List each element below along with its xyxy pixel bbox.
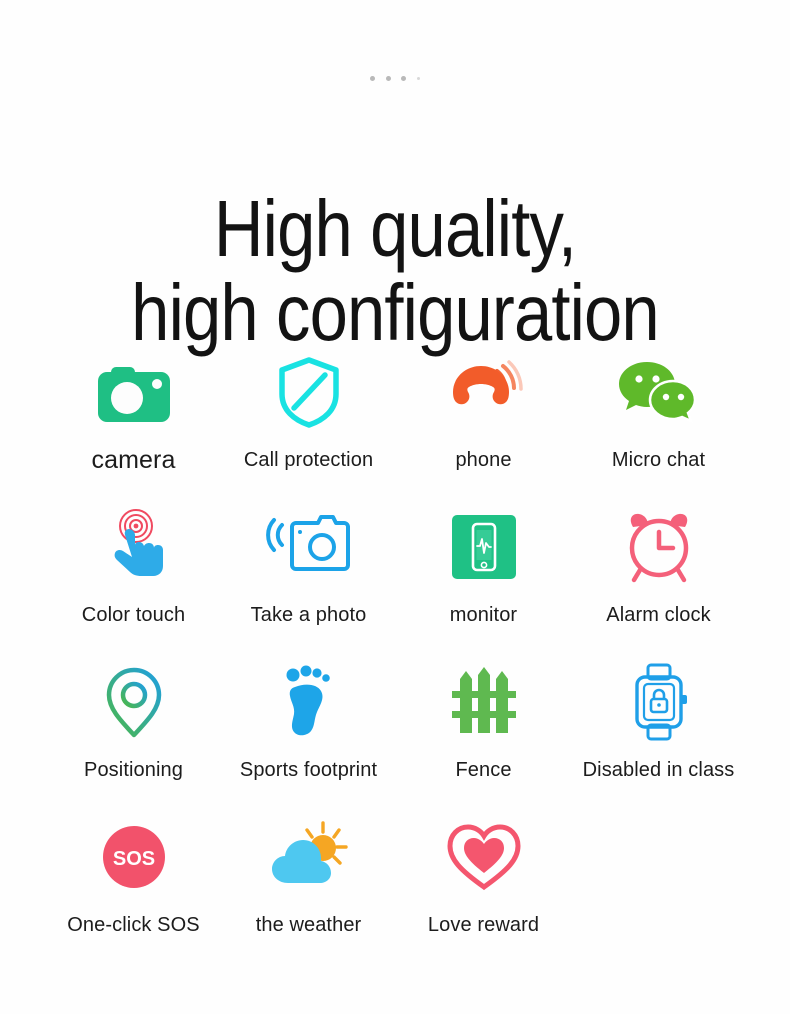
feature-label: Call protection bbox=[243, 449, 374, 471]
feature-label: Micro chat bbox=[611, 449, 706, 471]
shield-block-icon bbox=[276, 352, 342, 432]
feature-label: Positioning bbox=[84, 759, 183, 781]
dot-icon bbox=[370, 76, 376, 81]
feature-row: camera Call protection phone Micro chat bbox=[46, 352, 746, 507]
feature-item-call-protection[interactable]: Call protection bbox=[221, 352, 396, 472]
phone-ringing-icon bbox=[445, 352, 523, 432]
feature-grid: camera Call protection phone Micro chat … bbox=[46, 352, 746, 967]
feature-label: One-click SOS bbox=[67, 914, 200, 936]
alarm-clock-icon bbox=[620, 507, 698, 587]
page-title-line-1: High quality, bbox=[213, 183, 577, 273]
touch-hand-icon bbox=[96, 507, 172, 587]
top-dots-decoration bbox=[0, 76, 790, 81]
dot-icon bbox=[401, 76, 407, 81]
feature-label: Take a photo bbox=[250, 604, 367, 626]
page-title: High quality, high configuration bbox=[55, 183, 734, 357]
feature-row: Positioning Sports footprint Fence Disab… bbox=[46, 662, 746, 817]
feature-item-the-weather[interactable]: the weather bbox=[221, 817, 396, 937]
page-title-line-2: high configuration bbox=[131, 267, 660, 357]
feature-label: Alarm clock bbox=[606, 604, 711, 626]
fence-icon bbox=[446, 662, 522, 742]
sos-text: SOS bbox=[112, 848, 154, 870]
feature-item-love-reward[interactable]: Love reward bbox=[396, 817, 571, 937]
feature-item-one-click-sos[interactable]: SOS One-click SOS bbox=[46, 817, 221, 937]
camera-filled-icon bbox=[94, 352, 174, 432]
sos-badge-icon: SOS bbox=[101, 817, 167, 897]
feature-item-sports-footprint[interactable]: Sports footprint bbox=[221, 662, 396, 782]
feature-label: Love reward bbox=[427, 914, 540, 936]
feature-label: monitor bbox=[449, 604, 518, 626]
feature-item-positioning[interactable]: Positioning bbox=[46, 662, 221, 782]
heart-icon bbox=[446, 817, 522, 897]
feature-label: camera bbox=[91, 446, 176, 474]
feature-label: Color touch bbox=[81, 604, 186, 626]
camera-outline-icon bbox=[265, 507, 352, 587]
feature-item-fence[interactable]: Fence bbox=[396, 662, 571, 782]
feature-item-camera[interactable]: camera bbox=[46, 352, 221, 474]
feature-item-color-touch[interactable]: Color touch bbox=[46, 507, 221, 627]
feature-row: SOS One-click SOS the weather Love rewar… bbox=[46, 817, 746, 967]
weather-cloud-sun-icon bbox=[266, 817, 352, 897]
feature-label: Sports footprint bbox=[239, 759, 378, 781]
watch-lock-icon bbox=[627, 662, 691, 742]
footprint-icon bbox=[279, 662, 339, 742]
feature-item-take-a-photo[interactable]: Take a photo bbox=[221, 507, 396, 627]
feature-label: phone bbox=[455, 449, 512, 471]
phone-monitor-icon bbox=[451, 507, 517, 587]
feature-item-disabled-in-class[interactable]: Disabled in class bbox=[571, 662, 746, 782]
feature-row: Color touch Take a photo monitor Alarm c… bbox=[46, 507, 746, 662]
feature-label: Disabled in class bbox=[582, 759, 735, 781]
wechat-bubbles-icon bbox=[617, 352, 701, 432]
feature-label: the weather bbox=[255, 914, 362, 936]
feature-item-phone[interactable]: phone bbox=[396, 352, 571, 472]
promo-page: High quality, high configuration camera bbox=[0, 0, 790, 1014]
feature-item-micro-chat[interactable]: Micro chat bbox=[571, 352, 746, 472]
dot-icon bbox=[385, 76, 391, 81]
feature-item-monitor[interactable]: monitor bbox=[396, 507, 571, 627]
dot-icon bbox=[416, 77, 420, 80]
feature-label: Fence bbox=[455, 759, 512, 781]
feature-item-alarm-clock[interactable]: Alarm clock bbox=[571, 507, 746, 627]
map-pin-icon bbox=[102, 662, 166, 742]
